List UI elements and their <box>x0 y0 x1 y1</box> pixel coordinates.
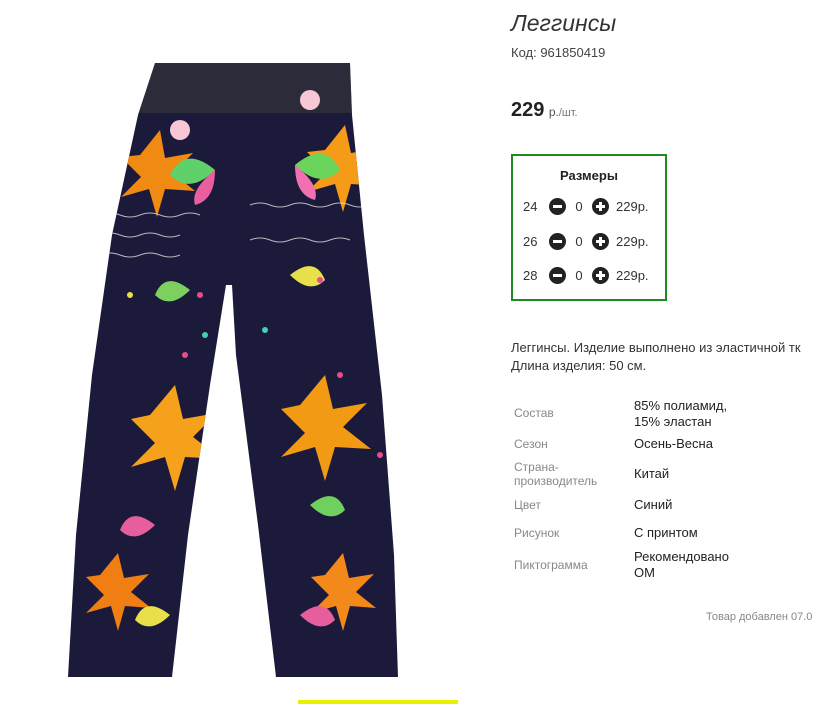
attribute-value: Синий <box>634 497 673 512</box>
product-title: Леггинсы <box>511 10 617 36</box>
quantity-value: 0 <box>575 267 583 283</box>
quantity-value: 0 <box>575 198 583 214</box>
sizes-title: Размеры <box>560 168 618 183</box>
plus-circle-icon[interactable] <box>592 266 609 284</box>
price-per-unit: /шт. <box>558 107 578 119</box>
size-label: 28 <box>523 267 538 283</box>
attribute-name: Состав <box>514 406 554 420</box>
quantity-value: 0 <box>575 233 583 249</box>
size-price: 229р. <box>616 198 649 214</box>
plus-circle-icon[interactable] <box>592 232 609 250</box>
price: 229 р./шт. <box>511 99 578 122</box>
minus-circle-icon[interactable] <box>549 266 566 284</box>
product-image <box>68 63 398 677</box>
minus-circle-icon[interactable] <box>549 197 566 215</box>
size-row: 28 0 229р. <box>523 265 649 285</box>
attribute-name: Сезон <box>514 437 548 451</box>
plus-circle-icon[interactable] <box>592 197 609 215</box>
added-date-note: Товар добавлен 07.0 <box>706 611 813 623</box>
size-label: 26 <box>523 233 538 249</box>
size-row: 24 0 229р. <box>523 196 649 216</box>
description-line: Длина изделия: 50 см. <box>511 358 647 373</box>
product-code: Код: 961850419 <box>511 45 606 60</box>
attribute-name: Рисунок <box>514 526 560 540</box>
attribute-value: Осень-Весна <box>634 436 713 451</box>
attribute-value: С принтом <box>634 525 698 540</box>
minus-circle-icon[interactable] <box>549 232 566 250</box>
attribute-value: 85% полиамид, 15% эластан <box>634 398 728 429</box>
attribute-value: Рекомендовано ОМ <box>634 549 729 580</box>
attribute-name: Цвет <box>514 498 541 512</box>
description-line: Леггинсы. Изделие выполнено из эластично… <box>511 340 801 355</box>
size-label: 24 <box>523 198 538 214</box>
size-price: 229р. <box>616 267 649 283</box>
product-description: Леггинсы. Изделие выполнено из эластично… <box>511 339 825 375</box>
price-value: 229 <box>511 99 545 121</box>
size-price: 229р. <box>616 233 649 249</box>
sizes-panel: Размеры 24 0 229р. 26 0 229р. 28 0 229р. <box>511 154 667 301</box>
price-currency: р. <box>548 105 559 119</box>
attribute-name: Пиктограмма <box>514 558 588 572</box>
attribute-name: Страна- производитель <box>514 460 598 488</box>
bottom-strip <box>298 700 458 704</box>
size-row: 26 0 229р. <box>523 231 649 251</box>
attribute-value: Китай <box>634 466 670 481</box>
